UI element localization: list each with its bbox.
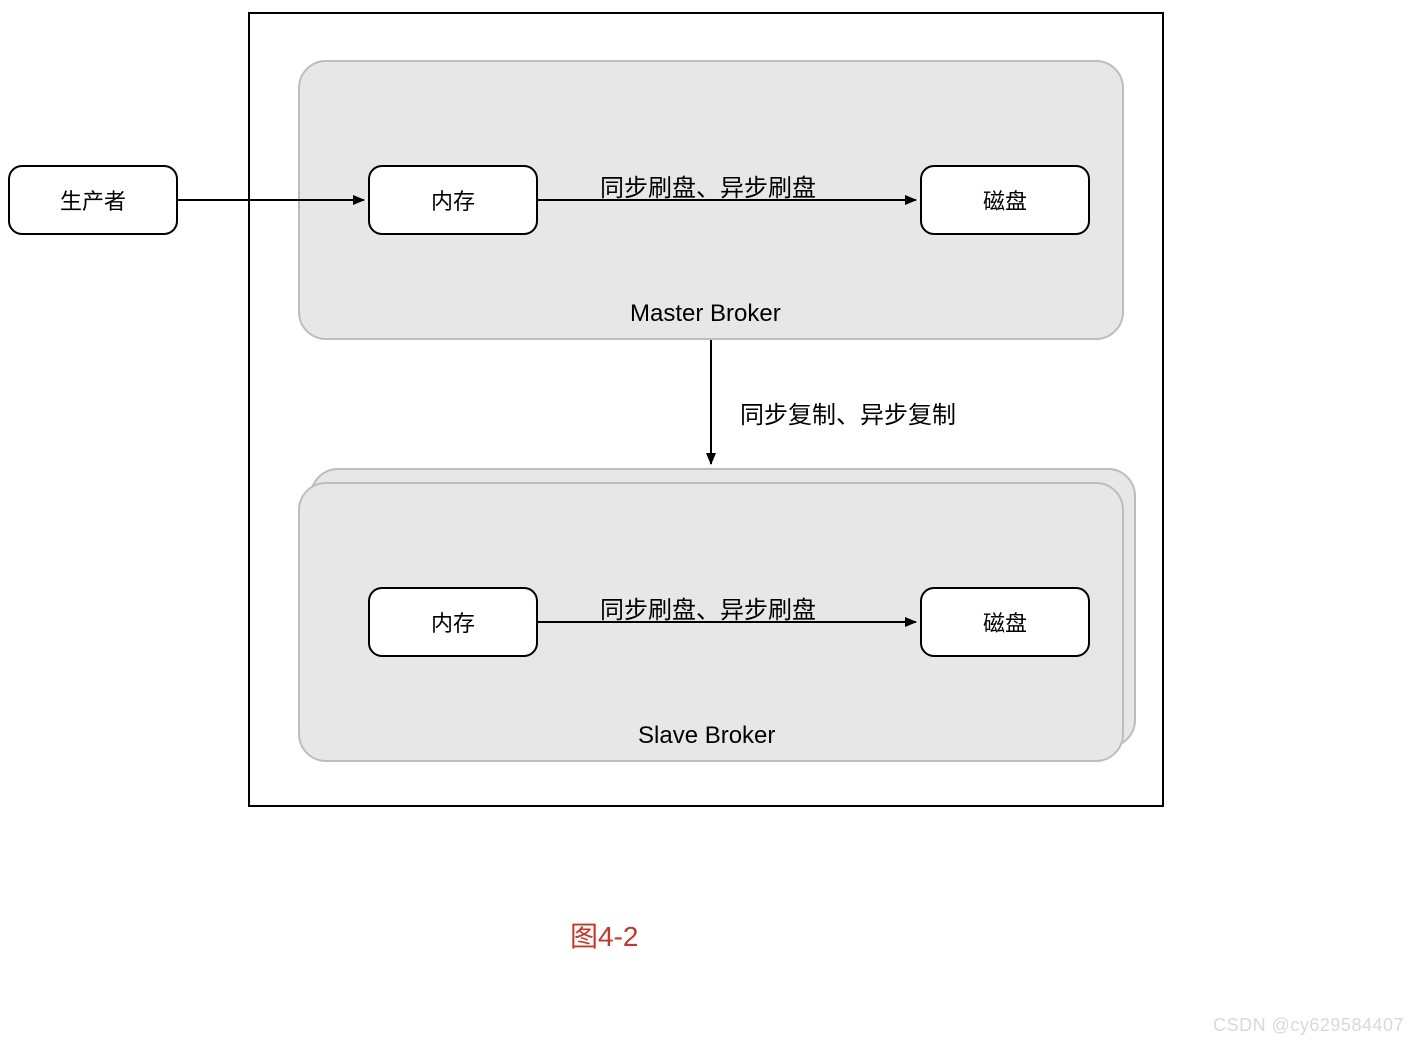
replication-label: 同步复制、异步复制 bbox=[740, 395, 956, 430]
figure-caption: 图4-2 bbox=[570, 915, 638, 955]
slave-broker-label: Slave Broker bbox=[638, 722, 775, 750]
producer-node: 生产者 bbox=[8, 165, 178, 235]
master-flush-label: 同步刷盘、异步刷盘 bbox=[600, 168, 816, 203]
diagram-stage: Master Broker Slave Broker 生产者 内存 磁盘 内存 … bbox=[0, 0, 1420, 1050]
master-disk-node: 磁盘 bbox=[920, 165, 1090, 235]
slave-disk-node: 磁盘 bbox=[920, 587, 1090, 657]
watermark: CSDN @cy629584407 bbox=[1213, 1015, 1404, 1036]
slave-disk-label: 磁盘 bbox=[983, 606, 1027, 638]
master-memory-label: 内存 bbox=[431, 184, 475, 216]
master-broker-label: Master Broker bbox=[630, 300, 781, 328]
master-memory-node: 内存 bbox=[368, 165, 538, 235]
slave-memory-node: 内存 bbox=[368, 587, 538, 657]
slave-memory-label: 内存 bbox=[431, 606, 475, 638]
producer-label: 生产者 bbox=[60, 184, 126, 216]
slave-flush-label: 同步刷盘、异步刷盘 bbox=[600, 590, 816, 625]
master-disk-label: 磁盘 bbox=[983, 184, 1027, 216]
